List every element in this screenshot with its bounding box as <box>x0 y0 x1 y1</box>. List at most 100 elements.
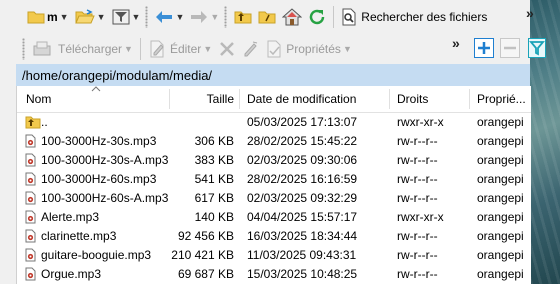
drive-label: m <box>47 10 58 24</box>
audio-file-icon <box>25 229 36 243</box>
filter-icon <box>112 9 130 25</box>
rename-icon <box>244 41 258 57</box>
file-modified-date: 05/03/2025 17:13:07 <box>247 115 358 129</box>
root-folder-icon <box>258 11 276 24</box>
file-list-header: Nom Taille Date de modification Droits P… <box>17 86 531 113</box>
open-directory-button[interactable]: ▼ <box>72 5 109 29</box>
file-row[interactable]: guitare-booguie.mp3 210 421 KB 11/03/2025 … <box>17 246 531 265</box>
audio-file-icon <box>25 210 36 224</box>
file-row[interactable]: 100-3000Hz-60s.mp3 541 KB 28/02/2025 16:16… <box>17 170 531 189</box>
file-permissions: rwxr-xr-x <box>397 210 444 224</box>
column-header-size[interactable]: Taille <box>167 86 234 112</box>
edit-icon <box>150 40 164 58</box>
address-bar[interactable]: /home/orangepi/modulam/media/ <box>16 64 530 87</box>
refresh-button[interactable] <box>305 5 329 29</box>
edit-button[interactable]: Éditer ▼ <box>145 37 215 61</box>
toolbar-separator <box>139 38 141 60</box>
remove-button[interactable] <box>500 38 520 58</box>
plus-icon <box>478 42 490 54</box>
filter-icon <box>529 41 545 56</box>
file-permissions: rw-r--r-- <box>397 172 438 186</box>
file-size: 383 KB <box>194 153 234 167</box>
find-files-button[interactable]: Rechercher des fichiers <box>338 5 490 29</box>
parent-directory-button[interactable] <box>231 5 255 29</box>
file-row[interactable]: Orgue.mp3 69 687 KB 15/03/2025 10:48:25 rw-… <box>17 265 531 284</box>
audio-file-icon <box>25 172 36 186</box>
file-name: clarinette.mp3 <box>41 229 117 243</box>
home-button[interactable] <box>279 5 305 29</box>
file-owner: orangepi <box>477 210 524 224</box>
refresh-icon <box>310 9 325 25</box>
filter-button[interactable]: ▼ <box>109 5 144 29</box>
file-row[interactable]: 100-3000Hz-30s-A.mp3 383 KB 02/03/2025 09:… <box>17 151 531 170</box>
filter-toggle-button[interactable] <box>528 38 546 58</box>
find-files-label: Rechercher des fichiers <box>361 10 488 24</box>
file-permissions: rw-r--r-- <box>397 248 438 262</box>
file-name: 100-3000Hz-30s.mp3 <box>41 134 157 148</box>
file-size: 92 456 KB <box>177 229 234 243</box>
file-owner: orangepi <box>477 229 524 243</box>
toolbar-grip[interactable] <box>145 6 149 28</box>
chevron-down-icon: ▼ <box>175 12 185 22</box>
file-size <box>167 113 234 132</box>
file-name: .. <box>41 115 48 129</box>
file-owner: orangepi <box>477 134 524 148</box>
properties-icon <box>267 40 281 58</box>
file-toolbar: Télécharger ▼ Éditer ▼ Propriétés ▼ <box>0 32 355 66</box>
parent-folder-icon <box>234 11 252 24</box>
back-button[interactable]: ▼ <box>152 5 187 29</box>
toolbar-grip[interactable] <box>22 38 25 60</box>
file-owner: orangepi <box>477 248 524 262</box>
file-row[interactable]: 100-3000Hz-30s.mp3 306 KB 28/02/2025 15:45… <box>17 132 531 151</box>
file-row[interactable]: clarinette.mp3 92 456 KB 16/03/2025 18:34:… <box>17 227 531 246</box>
chevron-down-icon: ▼ <box>210 12 220 22</box>
audio-file-icon <box>25 191 36 205</box>
open-folder-icon <box>74 9 95 24</box>
file-row[interactable]: Alerte.mp3 140 KB 04/04/2025 15:57:17 rwxr-… <box>17 208 531 227</box>
file-permissions: rwxr-xr-x <box>397 115 444 129</box>
chevron-down-icon: ▼ <box>203 44 213 54</box>
file-row[interactable]: 100-3000Hz-60s-A.mp3 617 KB 02/03/2025 09:… <box>17 189 531 208</box>
audio-file-icon <box>25 134 36 148</box>
chevron-down-icon: ▼ <box>59 12 69 22</box>
file-owner: orangepi <box>477 267 524 281</box>
file-row[interactable]: .. 05/03/2025 17:13:07 rwxr-xr-x orangepi <box>17 113 531 132</box>
download-button[interactable]: Télécharger ▼ <box>29 37 136 61</box>
add-button[interactable] <box>474 38 494 58</box>
file-permissions: rw-r--r-- <box>397 134 438 148</box>
file-size: 541 KB <box>194 172 234 186</box>
column-divider[interactable] <box>389 89 390 109</box>
file-name: Orgue.mp3 <box>41 267 102 281</box>
file-permissions: rw-r--r-- <box>397 153 438 167</box>
download-icon <box>33 41 51 56</box>
file-permissions: rw-r--r-- <box>397 229 438 243</box>
file-size: 306 KB <box>194 134 234 148</box>
file-modified-date: 04/04/2025 15:57:17 <box>247 210 358 224</box>
toolbar-grip[interactable] <box>224 6 228 28</box>
file-name: 100-3000Hz-60s-A.mp3 <box>41 191 169 205</box>
forward-button[interactable]: ▼ <box>187 5 222 29</box>
root-directory-button[interactable] <box>255 5 279 29</box>
current-path: /home/orangepi/modulam/media/ <box>22 67 213 83</box>
main-toolbar: m ▼ ▼ ▼ ▼ ▼ Rechercher des fichiers <box>0 0 490 34</box>
column-divider[interactable] <box>469 89 470 109</box>
audio-file-icon <box>25 248 36 262</box>
column-header-rights[interactable]: Droits <box>397 86 428 112</box>
properties-button[interactable]: Propriétés ▼ <box>263 37 355 61</box>
toolbar-overflow-bottom[interactable]: » <box>452 36 460 50</box>
audio-file-icon <box>25 153 36 167</box>
toolbar-overflow-top[interactable]: » <box>526 6 534 20</box>
file-size: 140 KB <box>194 210 234 224</box>
delete-button[interactable] <box>215 37 239 61</box>
chevron-down-icon: ▼ <box>131 12 141 22</box>
file-owner: orangepi <box>477 172 524 186</box>
file-modified-date: 28/02/2025 15:45:22 <box>247 134 358 148</box>
column-header-name[interactable]: Nom <box>26 86 51 112</box>
column-header-owner[interactable]: Proprié... <box>477 86 526 112</box>
file-modified-date: 11/03/2025 09:43:31 <box>247 248 357 262</box>
file-list[interactable]: Nom Taille Date de modification Droits P… <box>16 86 531 284</box>
column-divider[interactable] <box>239 89 240 109</box>
column-header-date[interactable]: Date de modification <box>247 86 356 112</box>
rename-button[interactable] <box>239 37 263 61</box>
drive-selector[interactable]: m ▼ <box>24 5 72 29</box>
